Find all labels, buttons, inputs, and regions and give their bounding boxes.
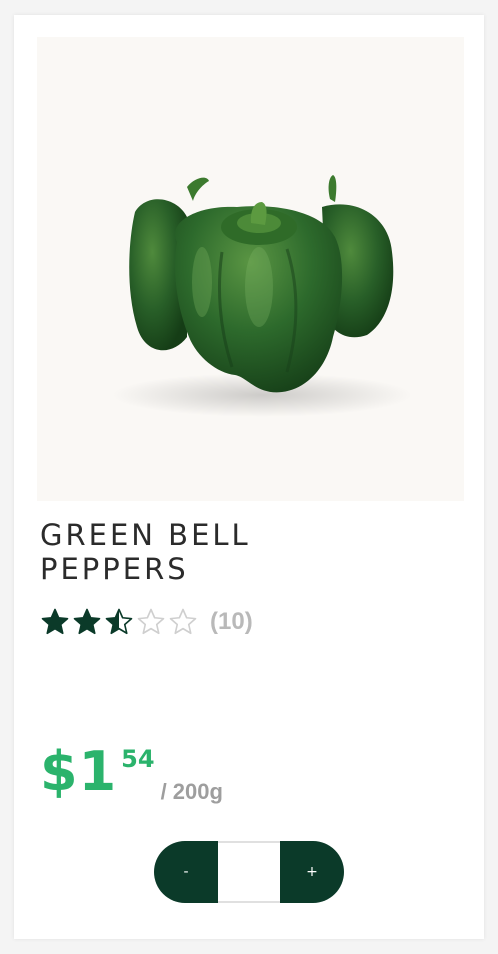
rating-stars: [40, 607, 198, 637]
review-count: (10): [210, 608, 253, 635]
product-card[interactable]: GREEN BELL PEPPERS (10) $1 54 / 200g - +: [14, 15, 484, 939]
product-rating: (10): [40, 604, 253, 640]
product-image[interactable]: [37, 37, 464, 501]
star-filled-icon: [41, 608, 69, 635]
product-price: $1 54 / 200g: [40, 741, 223, 811]
star-empty-icon: [169, 608, 197, 635]
decrease-quantity-button[interactable]: -: [154, 841, 218, 903]
green-bell-peppers-photo: [37, 37, 464, 501]
price-whole: $1: [40, 740, 118, 803]
star-filled-icon: [73, 608, 101, 635]
quantity-stepper: - +: [154, 841, 344, 903]
increase-quantity-button[interactable]: +: [280, 841, 344, 903]
product-title-line1: GREEN BELL: [40, 518, 251, 552]
star-empty-icon: [137, 608, 165, 635]
product-title-line2: PEPPERS: [40, 552, 189, 586]
product-title: GREEN BELL PEPPERS: [40, 518, 460, 586]
price-unit: / 200g: [160, 779, 223, 804]
quantity-input[interactable]: [218, 841, 280, 903]
price-cents: 54: [121, 745, 155, 773]
star-half-icon: [105, 608, 133, 635]
